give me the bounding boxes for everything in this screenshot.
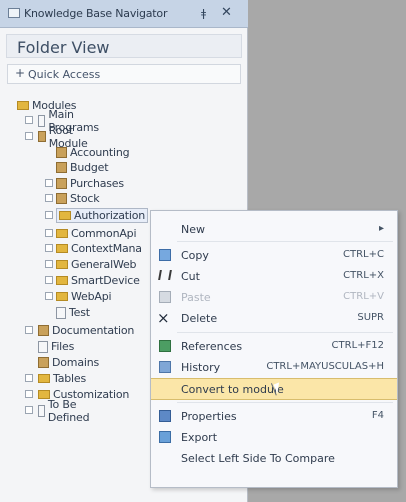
module-icon [56, 178, 67, 189]
window-icon [8, 8, 20, 18]
tree-item-webapi[interactable]: WebApi [56, 289, 112, 304]
expand-icon[interactable] [25, 326, 33, 334]
tree-item-generalweb[interactable]: GeneralWeb [56, 257, 137, 272]
module-icon [56, 162, 67, 173]
folder-icon [56, 229, 68, 238]
references-icon [159, 340, 171, 352]
tree-item-test[interactable]: Test [56, 305, 90, 320]
expand-icon[interactable] [45, 194, 53, 202]
cut-icon [158, 270, 172, 280]
folder-icon [17, 101, 29, 110]
expand-icon[interactable] [25, 390, 33, 398]
document-icon [38, 404, 45, 417]
submenu-arrow-icon: ▸ [378, 223, 384, 234]
folder-icon [59, 211, 71, 220]
folder-view-title: Folder View [17, 38, 110, 57]
module-icon [56, 193, 67, 204]
tree-item-authorization[interactable]: Authorization [56, 208, 149, 223]
tree-item-budget[interactable]: Budget [56, 160, 109, 175]
document-icon [38, 340, 48, 353]
menu-item-properties[interactable]: Properties F4 [151, 406, 397, 426]
module-icon [56, 147, 67, 158]
folder-icon [56, 260, 68, 269]
menu-item-paste[interactable]: Paste CTRL+V [151, 287, 397, 307]
expand-icon[interactable] [45, 260, 53, 268]
expand-icon[interactable] [45, 244, 53, 252]
menu-item-new[interactable]: New ▸ [151, 219, 397, 239]
document-icon [38, 114, 46, 127]
tree-item-files[interactable]: Files [38, 339, 74, 354]
context-menu: New ▸ Copy CTRL+C Cut CTRL+X Paste CTRL+… [150, 210, 398, 488]
tree-item-root-module[interactable]: Root Module [38, 124, 91, 150]
tree-item-commonapi[interactable]: CommonApi [56, 226, 137, 241]
expand-icon[interactable] [45, 211, 53, 219]
folder-view-header: Folder View [6, 34, 242, 58]
module-icon [38, 325, 49, 336]
collapse-icon[interactable] [25, 132, 33, 140]
properties-icon [159, 410, 171, 422]
history-icon [159, 361, 171, 373]
menu-item-cut[interactable]: Cut CTRL+X [151, 266, 397, 286]
menu-item-select-left-side-to-compare[interactable]: Select Left Side To Compare [151, 448, 397, 468]
tree-item-stock[interactable]: Stock [56, 191, 100, 206]
panel-title: Knowledge Base Navigator [24, 7, 168, 20]
menu-separator [177, 402, 393, 403]
folder-icon [56, 292, 68, 301]
delete-icon: × [157, 309, 170, 327]
module-icon [38, 357, 49, 368]
expand-icon[interactable] [45, 276, 53, 284]
export-icon [159, 431, 171, 443]
quick-access-button[interactable]: + Quick Access [7, 64, 241, 84]
pin-icon[interactable]: ǂ [201, 7, 206, 20]
module-icon [38, 131, 46, 142]
expand-icon[interactable] [45, 179, 53, 187]
folder-icon [56, 244, 68, 253]
menu-item-convert-to-module[interactable]: Convert to module [151, 378, 397, 400]
tree-item-tables[interactable]: Tables [38, 371, 86, 386]
quick-access-label: Quick Access [28, 68, 101, 81]
folder-icon [56, 276, 68, 285]
panel-titlebar: Knowledge Base Navigator ǂ ✕ [0, 0, 248, 28]
close-icon[interactable]: ✕ [221, 5, 232, 20]
tree-item-documentation[interactable]: Documentation [38, 323, 134, 338]
document-icon [56, 306, 66, 319]
menu-separator [177, 332, 393, 333]
menu-item-delete[interactable]: × Delete SUPR [151, 308, 397, 328]
tree-item-purchases[interactable]: Purchases [56, 176, 124, 191]
menu-item-copy[interactable]: Copy CTRL+C [151, 245, 397, 265]
copy-icon [159, 249, 171, 261]
folder-icon [38, 374, 50, 383]
menu-item-history[interactable]: History CTRL+MAYUSCULAS+H [151, 357, 397, 377]
paste-icon [159, 291, 171, 303]
menu-item-references[interactable]: References CTRL+F12 [151, 336, 397, 356]
tree-item-domains[interactable]: Domains [38, 355, 99, 370]
menu-separator [177, 241, 393, 242]
expand-icon[interactable] [25, 406, 33, 414]
tree-item-accounting[interactable]: Accounting [56, 145, 130, 160]
tree-item-contextmana[interactable]: ContextMana [56, 241, 142, 256]
tree-item-smartdevice[interactable]: SmartDevice [56, 273, 140, 288]
expand-icon[interactable] [25, 374, 33, 382]
expand-icon[interactable] [45, 229, 53, 237]
tree-item-to-be-defined[interactable]: To Be Defined [38, 398, 93, 424]
plus-icon: + [15, 66, 26, 80]
expand-icon[interactable] [45, 292, 53, 300]
menu-item-export[interactable]: Export [151, 427, 397, 447]
expand-icon[interactable] [25, 116, 33, 124]
